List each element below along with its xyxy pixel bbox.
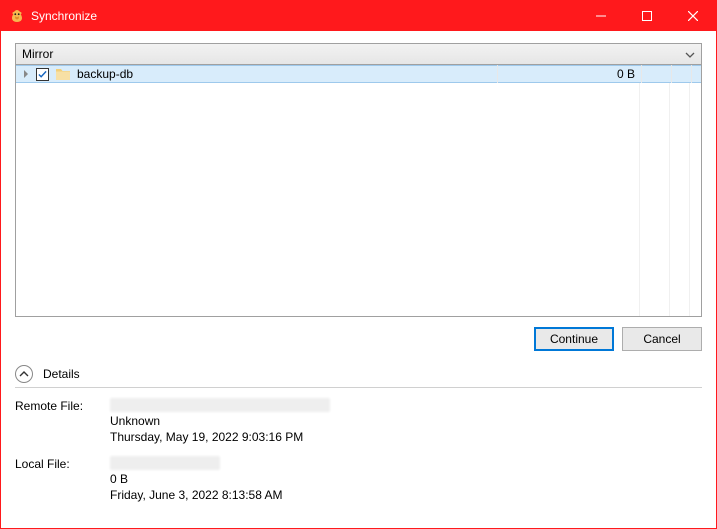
column-spacer: [671, 65, 691, 83]
column-spacer: [691, 65, 701, 83]
file-list[interactable]: backup-db 0 B: [15, 65, 702, 317]
window-title: Synchronize: [31, 9, 578, 23]
synchronize-window: Synchronize Mirror: [0, 0, 717, 529]
app-icon: [9, 8, 25, 24]
item-name: backup-db: [77, 67, 497, 81]
chevron-down-icon: [685, 47, 695, 61]
maximize-button[interactable]: [624, 1, 670, 31]
continue-button[interactable]: Continue: [534, 327, 614, 351]
local-file-timestamp: Friday, June 3, 2022 8:13:58 AM: [110, 488, 702, 502]
close-button[interactable]: [670, 1, 716, 31]
column-spacer: [641, 65, 671, 83]
cancel-button[interactable]: Cancel: [622, 327, 702, 351]
folder-icon: [55, 67, 71, 81]
minimize-button[interactable]: [578, 1, 624, 31]
remote-file-label: Remote File:: [15, 398, 110, 444]
list-item[interactable]: backup-db 0 B: [16, 65, 701, 83]
item-size: 0 B: [497, 65, 641, 83]
item-checkbox[interactable]: [36, 68, 49, 81]
local-file-label: Local File:: [15, 456, 110, 502]
remote-file-timestamp: Thursday, May 19, 2022 9:03:16 PM: [110, 430, 702, 444]
details-header[interactable]: Details: [15, 365, 702, 388]
remote-file-path-redacted: [110, 398, 330, 412]
expand-icon[interactable]: [20, 70, 32, 78]
mode-dropdown-value: Mirror: [22, 47, 53, 61]
local-file-size: 0 B: [110, 472, 702, 486]
local-file-path-redacted: [110, 456, 220, 470]
details-panel: Remote File: Unknown Thursday, May 19, 2…: [15, 398, 702, 502]
mode-dropdown[interactable]: Mirror: [15, 43, 702, 65]
details-toggle[interactable]: [15, 365, 33, 383]
remote-file-status: Unknown: [110, 414, 702, 428]
file-list-body[interactable]: [16, 83, 701, 316]
details-label: Details: [43, 367, 80, 381]
titlebar[interactable]: Synchronize: [1, 1, 716, 31]
